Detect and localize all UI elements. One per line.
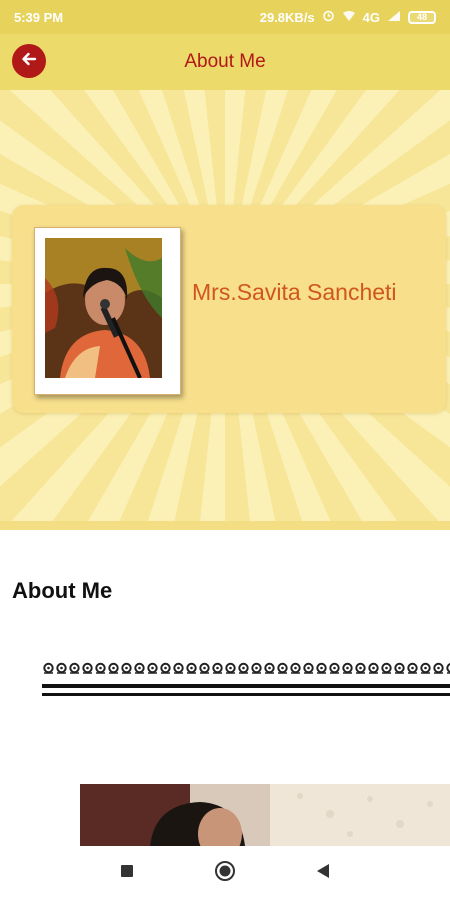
- home-button[interactable]: [211, 859, 239, 887]
- battery-icon: 48: [408, 10, 436, 24]
- signal-icon: [387, 10, 401, 25]
- app-bar: About Me: [0, 34, 450, 90]
- back-triangle-icon: [316, 863, 330, 884]
- profile-photo-frame: [34, 227, 181, 395]
- battery-level: 48: [416, 12, 427, 22]
- profile-name: Mrs.Savita Sancheti: [192, 279, 397, 305]
- about-image: [80, 784, 450, 846]
- arrow-left-icon: [20, 50, 38, 73]
- status-bar: 5:39 PM 29.8KB/s 4G 48: [0, 0, 450, 34]
- page-title: About Me: [184, 51, 266, 72]
- home-circle-icon: [214, 860, 236, 887]
- decorative-divider: [42, 662, 450, 702]
- network-type: 4G: [362, 9, 380, 25]
- network-speed: 29.8KB/s: [259, 9, 315, 25]
- alarm-icon: [322, 9, 335, 25]
- system-nav-bar: [0, 846, 450, 900]
- recents-button[interactable]: [113, 859, 141, 887]
- profile-card: Mrs.Savita Sancheti: [12, 205, 446, 413]
- section-title: About Me: [12, 578, 113, 603]
- nav-back-button[interactable]: [309, 859, 337, 887]
- profile-photo: [45, 238, 162, 378]
- status-time: 5:39 PM: [14, 9, 64, 25]
- wifi-icon: [342, 10, 356, 25]
- back-button[interactable]: [12, 44, 46, 78]
- profile-header: Mrs.Savita Sancheti: [0, 90, 450, 530]
- recents-square-icon: [120, 864, 134, 883]
- status-icons: 29.8KB/s 4G 48: [260, 9, 436, 25]
